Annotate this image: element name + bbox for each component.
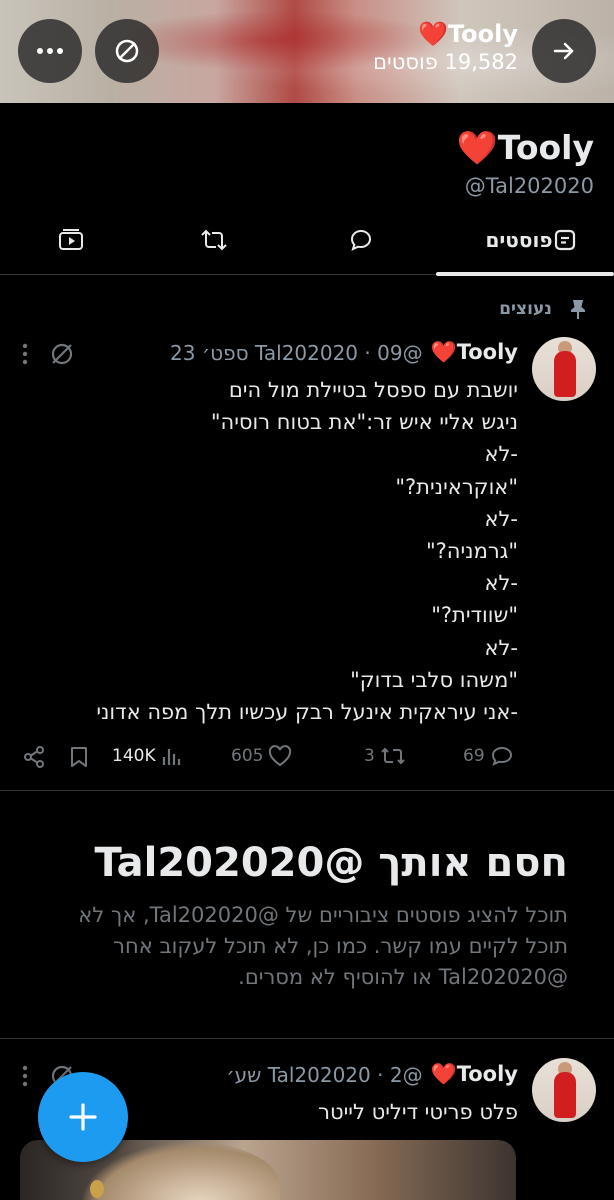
tweet-top-icons [22, 340, 76, 368]
tweet-line: "אוקראינית?" [395, 474, 518, 499]
more-icon [37, 48, 63, 54]
posts-icon [554, 229, 575, 251]
pin-icon [571, 300, 585, 319]
reply-button[interactable]: 69 [463, 745, 514, 767]
profile-banner[interactable]: ❤️Tooly 19,582 פוסטים [0, 0, 614, 103]
plus-icon [69, 1103, 97, 1131]
profile-display-name: ❤️Tooly [456, 128, 594, 167]
pinned-label: נעוצים [499, 299, 552, 319]
avatar-figure [554, 1072, 576, 1118]
compose-post-button[interactable] [38, 1072, 128, 1162]
blocked-notice-description: תוכל להציג פוסטים ציבוריים של @Tal202020… [78, 903, 568, 989]
tweet-meta: @Tal202020 · 2 שע׳ [226, 1062, 423, 1087]
tab-posts-label: פוסטים [485, 228, 553, 252]
repost-icon [200, 229, 227, 251]
tweet-header: @Tal202020 · 2 שע׳ ❤️Tooly [226, 1062, 518, 1087]
views-icon [162, 749, 180, 765]
tweet-actions: 140K 605 3 69 [20, 745, 520, 775]
reply-icon [350, 229, 372, 251]
tweet-avatar[interactable] [532, 1058, 596, 1122]
like-button[interactable]: 605 [231, 745, 292, 767]
more-vertical-icon[interactable] [22, 1065, 28, 1087]
tweet-header: @Tal202020 · 09 ספט׳ 23 ❤️Tooly [170, 340, 518, 365]
replies-count: 69 [463, 746, 485, 766]
media-earring [90, 1180, 104, 1198]
tweet-line: -לא [484, 571, 518, 596]
more-vertical-icon[interactable] [22, 343, 28, 365]
tweet-author-name[interactable]: ❤️Tooly [431, 1062, 518, 1087]
bookmark-icon [71, 747, 87, 767]
tab-reposts[interactable] [141, 205, 286, 275]
reposts-count: 3 [364, 746, 375, 766]
likes-count: 605 [231, 746, 264, 766]
block-icon [115, 39, 139, 63]
tab-media[interactable] [0, 205, 141, 275]
tweet-body[interactable]: יושבת עם ספסל בטיילת מול הים ניגש אליי א… [18, 374, 518, 728]
tweet-line: -לא [484, 506, 518, 531]
divider [0, 790, 614, 791]
bookmark-button[interactable] [68, 745, 90, 769]
header-title-group: ❤️Tooly 19,582 פוסטים [373, 20, 518, 74]
media-icon [58, 229, 83, 250]
back-button[interactable] [532, 19, 596, 83]
tweet-author-name[interactable]: ❤️Tooly [431, 340, 518, 365]
reply-icon [491, 746, 512, 766]
more-options-button[interactable] [18, 19, 82, 83]
views-count: 140K [112, 746, 156, 766]
profile-tabs: פוסטים [0, 205, 614, 276]
repost-button[interactable]: 3 [364, 745, 406, 767]
blocked-icon [51, 343, 73, 365]
arrow-right-icon [553, 42, 574, 60]
share-icon [24, 746, 44, 768]
divider [0, 1038, 614, 1039]
avatar-figure [554, 351, 576, 397]
repost-icon [381, 747, 405, 765]
tweet-line: -אני עיראקית אינעל רבק עכשיו תלך מפה אדו… [96, 700, 518, 725]
tab-replies[interactable] [286, 205, 436, 275]
tab-selected-indicator [436, 272, 614, 276]
views-button[interactable]: 140K [112, 745, 183, 767]
tweet-line: -לא [484, 442, 518, 467]
blocked-status-button[interactable] [95, 19, 159, 83]
tweet-line: יושבת עם ספסל בטיילת מול הים [228, 378, 518, 402]
profile-handle: @Tal202020 [464, 174, 594, 198]
blocked-notice-title: חסם אותך @Tal202020 [94, 840, 568, 886]
tweet-line: -לא [484, 635, 518, 660]
header-display-name: ❤️Tooly [418, 20, 518, 48]
share-button[interactable] [22, 745, 46, 769]
heart-icon [269, 745, 292, 767]
tab-posts[interactable]: פוסטים [436, 205, 614, 276]
header-post-count: 19,582 פוסטים [373, 50, 518, 74]
tweet-line: "משהו סלבי בדוק" [350, 667, 518, 692]
tweet-line: "שוודית?" [431, 603, 518, 628]
pinned-indicator: נעוצים [499, 298, 588, 320]
tweet-line: ניגש אליי איש זר:"את בטוח רוסיה" [210, 410, 518, 435]
tweet-meta: @Tal202020 · 09 ספט׳ 23 [170, 340, 423, 365]
tweet-line: "גרמניה?" [425, 539, 518, 564]
tweet-avatar[interactable] [532, 337, 596, 401]
